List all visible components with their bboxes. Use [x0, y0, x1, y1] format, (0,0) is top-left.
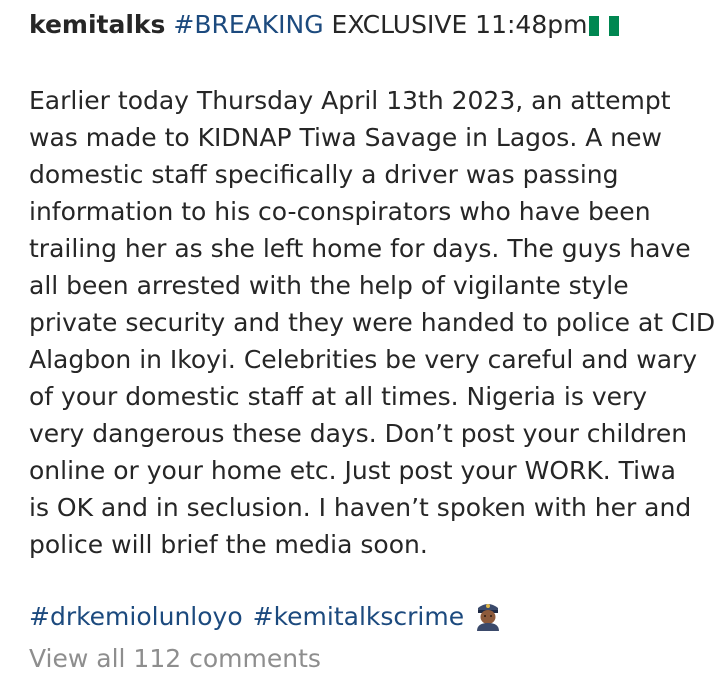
caption-line: police will brief the media soon. [29, 530, 428, 559]
caption-line: Alagbon in Ikoyi. Celebrities be very ca… [29, 345, 698, 374]
caption-line: was made to KIDNAP Tiwa Savage in Lagos.… [29, 123, 662, 152]
caption-line: information to his co-conspirators who h… [29, 197, 651, 226]
nigeria-flag-icon [589, 16, 620, 36]
caption-line: all been arrested with the help of vigil… [29, 271, 629, 300]
hashtag-breaking[interactable]: #BREAKING [173, 10, 323, 39]
caption-line: trailing her as she left home for days. … [29, 234, 691, 263]
username[interactable]: kemitalks [29, 10, 165, 39]
header-text: EXCLUSIVE 11:48pm [323, 10, 588, 39]
caption-line: is OK and in seclusion. I haven’t spoken… [29, 493, 692, 522]
view-comments-link[interactable]: View all 112 comments [29, 644, 321, 674]
caption-line: domestic staff specifically a driver was… [29, 160, 619, 189]
caption-line: of your domestic staff at all times. Nig… [29, 382, 648, 411]
caption-line: Earlier today Thursday April 13th 2023, … [29, 86, 671, 115]
caption-header: kemitalks #BREAKING EXCLUSIVE 11:48pm [29, 8, 709, 42]
caption-body: Earlier today Thursday April 13th 2023, … [29, 82, 716, 563]
caption-line: very dangerous these days. Don’t post yo… [29, 419, 688, 448]
hashtag-row: #drkemiolunloyo #kemitalkscrime [29, 598, 709, 635]
police-officer-icon [474, 599, 502, 631]
hashtag-drkemiolunloyo[interactable]: #drkemiolunloyo [29, 602, 243, 631]
hashtag-kemitalkscrime[interactable]: #kemitalkscrime [253, 602, 465, 631]
caption-line: online or your home etc. Just post your … [29, 456, 676, 485]
caption-line: private security and they were handed to… [29, 308, 716, 337]
